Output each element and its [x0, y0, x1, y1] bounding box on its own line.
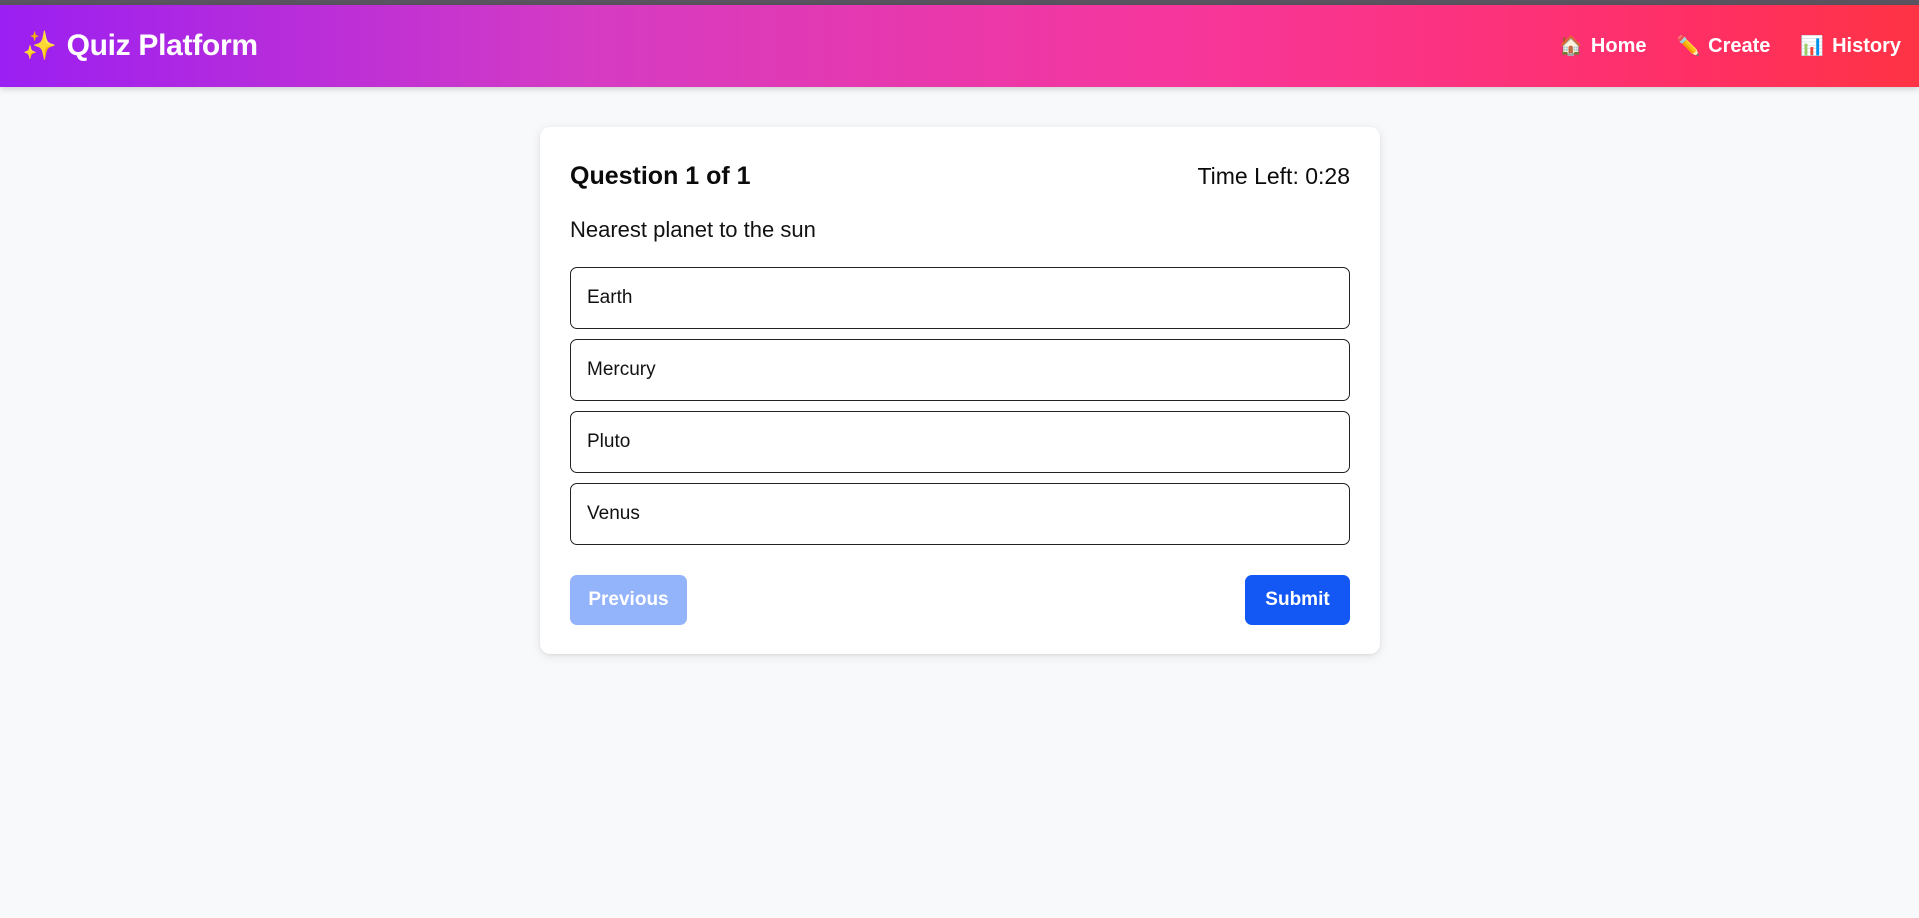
answer-option-venus[interactable]: Venus — [570, 483, 1350, 545]
answer-option-pluto[interactable]: Pluto — [570, 411, 1350, 473]
nav-links: 🏠 Home ✏️ Create 📊 History — [1559, 35, 1901, 58]
nav-history-label: History — [1832, 35, 1901, 57]
brand-label: Quiz Platform — [66, 29, 258, 62]
question-counter: Question 1 of 1 — [570, 162, 751, 190]
answer-option-mercury[interactable]: Mercury — [570, 339, 1350, 401]
quiz-card: Question 1 of 1 Time Left: 0:28 Nearest … — [540, 127, 1380, 654]
nav-history-link[interactable]: 📊 History — [1800, 35, 1901, 58]
brand-link[interactable]: ✨ Quiz Platform — [22, 29, 258, 63]
navbar: ✨ Quiz Platform 🏠 Home ✏️ Create 📊 Histo… — [0, 5, 1919, 87]
sparkles-icon: ✨ — [22, 30, 57, 61]
submit-button[interactable]: Submit — [1245, 575, 1350, 625]
previous-button[interactable]: Previous — [570, 575, 687, 625]
time-left: Time Left: 0:28 — [1197, 163, 1350, 189]
nav-create-link[interactable]: ✏️ Create — [1676, 35, 1770, 58]
nav-create-label: Create — [1708, 35, 1771, 57]
pencil-icon: ✏️ — [1676, 36, 1701, 57]
answer-option-earth[interactable]: Earth — [570, 267, 1350, 329]
house-icon: 🏠 — [1559, 36, 1583, 57]
nav-home-link[interactable]: 🏠 Home — [1559, 35, 1646, 58]
nav-home-label: Home — [1590, 35, 1647, 57]
bar-chart-icon: 📊 — [1800, 36, 1825, 57]
question-text: Nearest planet to the sun — [570, 217, 816, 242]
